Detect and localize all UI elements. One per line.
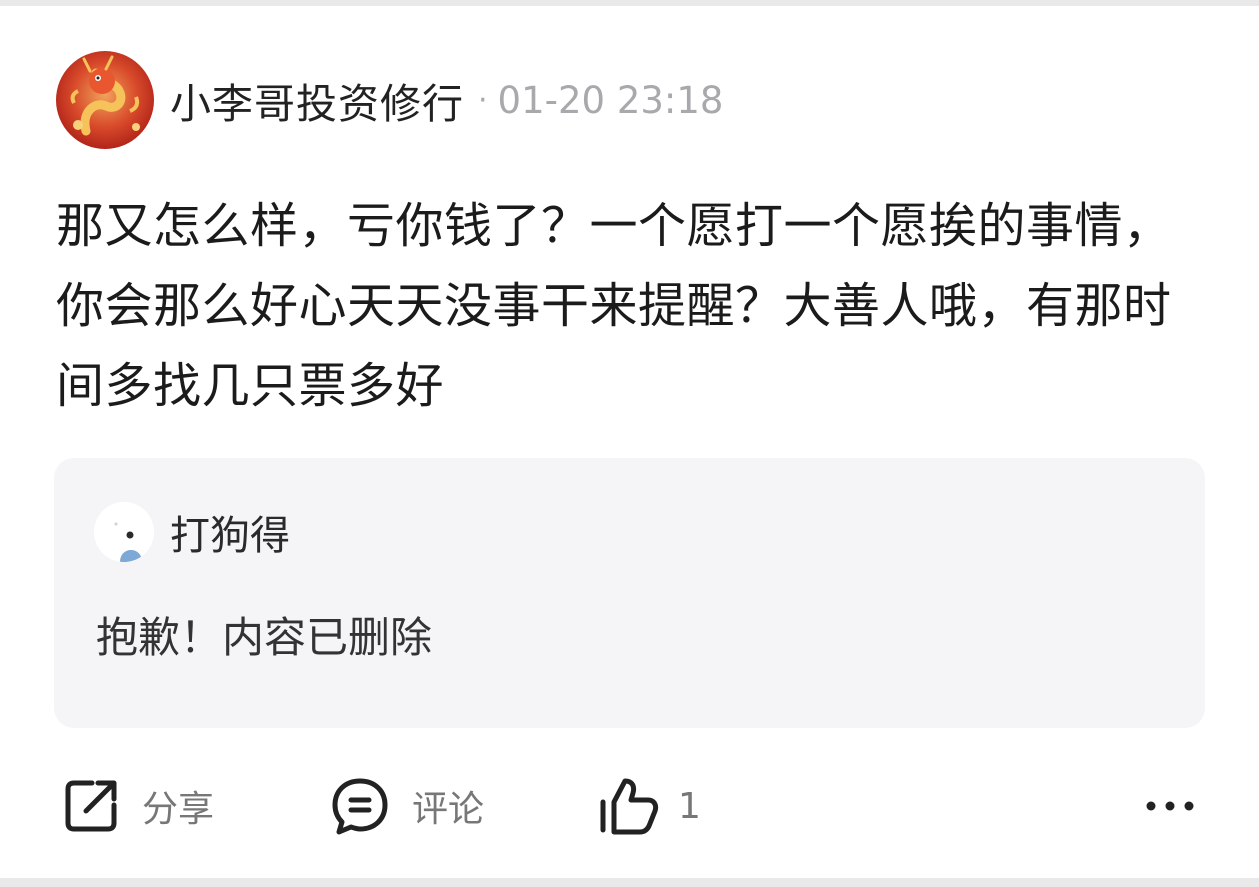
post-content: 那又怎么样，亏你钱了？一个愿打一个愿挨的事情，你会那么好心天天没事干来提醒？大善… [56, 198, 1172, 414]
comment-icon [332, 778, 388, 835]
dragon-avatar-icon [56, 51, 154, 149]
comment-label: 评论 [412, 789, 485, 830]
share-button[interactable]: 分享 [62, 770, 214, 842]
post-card: 小李哥投资修行 · 01-20 23:18 那又怎么样，亏你钱了？一个愿打一个愿… [0, 6, 1259, 878]
more-icon [1146, 801, 1194, 811]
more-button[interactable] [1140, 788, 1200, 824]
default-avatar-icon [94, 502, 154, 562]
post-time: 01-20 23:18 [497, 78, 724, 122]
like-button[interactable]: 1 [598, 770, 701, 842]
quoted-content: 抱歉！内容已删除 [96, 613, 433, 662]
share-icon [65, 780, 117, 832]
share-label: 分享 [142, 789, 215, 830]
like-count: 1 [678, 785, 701, 827]
quoted-author-avatar[interactable] [94, 502, 154, 562]
like-icon [600, 778, 659, 835]
post-header: 小李哥投资修行 · 01-20 23:18 [56, 50, 723, 150]
quoted-post[interactable]: 打狗得 抱歉！内容已删除 [54, 458, 1205, 728]
quoted-header: 打狗得 [94, 502, 290, 562]
author-name[interactable]: 小李哥投资修行 [170, 70, 464, 130]
meta-separator: · [478, 82, 488, 118]
author-avatar[interactable] [56, 51, 154, 149]
action-bar: 分享 评论 1 [0, 770, 1259, 842]
quoted-author-name[interactable]: 打狗得 [170, 503, 290, 561]
comment-button[interactable]: 评论 [330, 770, 484, 842]
